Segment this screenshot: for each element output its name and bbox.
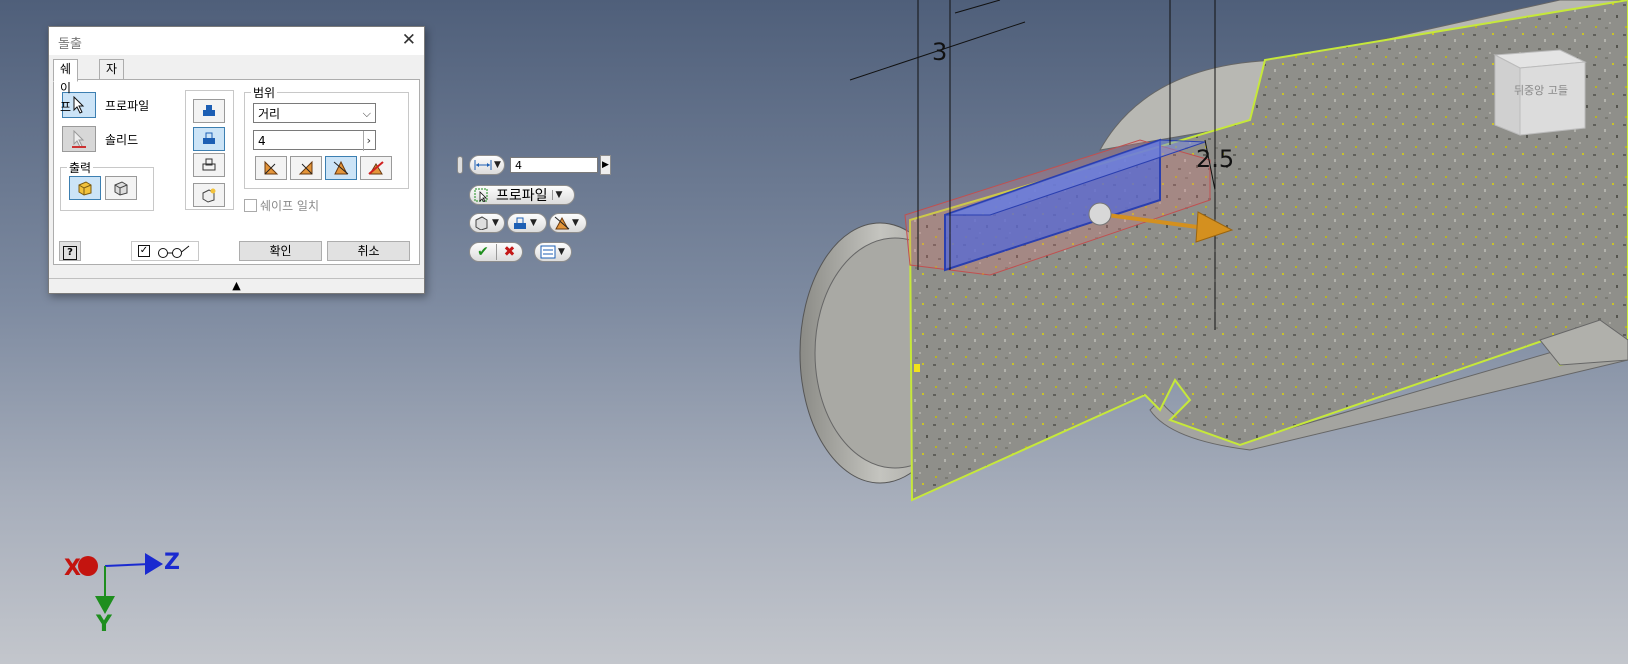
mini-distance-apply-icon[interactable]: ▶ [600, 155, 611, 175]
mini-ok-cancel-group: ✔ ✖ [469, 242, 523, 262]
direction-default-icon [264, 160, 279, 175]
output-solid-button[interactable] [69, 176, 101, 200]
mini-distance-input[interactable]: 4 [510, 157, 598, 173]
distance-icon [474, 160, 492, 170]
preview-checkbox[interactable]: ✓ [138, 245, 150, 257]
chevron-down-icon: ▼ [530, 218, 537, 228]
extents-type-dropdown[interactable]: 거리 ⌵ [253, 103, 376, 123]
mini-profile-button[interactable]: 프로파일 ▼ [469, 185, 575, 205]
mini-toolbar: ▼ 4 ▶ 프로파일 ▼ ▼ ▼ ▼ ✔ ✖ ▼ [457, 154, 627, 264]
extents-group-title: 범위 [251, 84, 278, 101]
cut-icon [514, 217, 526, 229]
cut-button[interactable] [193, 127, 225, 151]
profile-label: 프로파일 [105, 99, 150, 113]
ok-button[interactable]: 확인 [239, 241, 322, 261]
join-button[interactable] [193, 99, 225, 123]
dimension-label-2-5[interactable]: 2.5 [1196, 145, 1234, 173]
direction-asymmetric-icon [368, 161, 384, 175]
ok-check-icon[interactable]: ✔ [470, 244, 496, 260]
help-icon: ? [63, 246, 77, 260]
extents-group: 범위 거리 ⌵ 4 › [244, 84, 409, 189]
mini-options-dropdown[interactable]: ▼ [534, 242, 572, 262]
tab-more[interactable]: 자세히 [99, 59, 125, 114]
mini-direction-dropdown[interactable]: ▼ [549, 213, 587, 233]
shape-tab-panel: 프로파일 솔리드 출력 범위 거리 ⌵ 4 › 쉐이프 일치 [53, 79, 420, 265]
options-list-icon [540, 245, 556, 259]
dialog-expand-grip[interactable]: ▲ [49, 278, 424, 293]
chevron-down-icon: ▼ [572, 218, 579, 228]
output-group: 출력 [60, 159, 154, 211]
cursor-arrow-icon [73, 96, 85, 114]
direction-default-button[interactable] [255, 156, 287, 180]
axis-y-label: Y [96, 612, 112, 637]
direction-symmetric-icon [333, 160, 349, 175]
mini-toolbar-handle[interactable] [457, 156, 463, 174]
match-shape-label: 쉐이프 일치 [260, 199, 320, 213]
dialog-title: 돌출 [58, 37, 82, 52]
chevron-down-icon: ⌵ [362, 107, 371, 120]
cursor-arrow-icon [72, 130, 86, 148]
operation-group [185, 90, 234, 210]
extrude-dialog: 돌출 ✕ 쉐이프 자세히 프로파일 솔리드 출력 [48, 26, 425, 294]
mini-profile-label: 프로파일 [496, 188, 548, 204]
output-surface-button[interactable] [105, 176, 137, 200]
mini-output-dropdown[interactable]: ▼ [469, 213, 505, 233]
solid-select-button[interactable] [62, 126, 96, 152]
chevron-down-icon: ▼ [494, 160, 501, 170]
solid-cube-icon [78, 181, 92, 196]
distance-type-dropdown[interactable]: ▼ [469, 155, 505, 175]
join-icon [203, 105, 215, 116]
profile-select-icon [474, 188, 488, 202]
extents-type-value: 거리 [258, 107, 281, 121]
axis-z-label: Z [164, 550, 180, 575]
distance-input[interactable]: 4 › [253, 130, 376, 151]
distance-manipulator-sphere [1088, 202, 1112, 226]
direction-symmetric-icon [554, 216, 570, 230]
intersect-button[interactable] [193, 153, 225, 177]
dialog-titlebar[interactable]: 돌출 ✕ [49, 27, 424, 55]
surface-cube-icon [475, 216, 488, 230]
cancel-button[interactable]: 취소 [327, 241, 410, 261]
preview-toggle[interactable]: ✓ [131, 241, 199, 261]
direction-asymmetric-button[interactable] [360, 156, 392, 180]
chevron-down-icon: ▼ [558, 247, 565, 257]
new-solid-icon [202, 188, 216, 203]
solid-label: 솔리드 [105, 133, 139, 147]
direction-flipped-button[interactable] [290, 156, 322, 180]
viewcube-face-label: 뒤중앙 고들 [1513, 84, 1569, 97]
cancel-x-icon[interactable]: ✖ [495, 244, 522, 260]
help-button[interactable]: ? [59, 241, 81, 261]
cut-icon [203, 132, 215, 144]
direction-symmetric-button[interactable] [325, 156, 357, 180]
tab-shape[interactable]: 쉐이프 [53, 59, 79, 114]
match-shape-checkbox[interactable] [244, 199, 257, 212]
intersect-icon [202, 158, 216, 171]
output-group-title: 출력 [67, 159, 94, 176]
grip-point [914, 364, 920, 372]
close-icon[interactable]: ✕ [402, 30, 416, 50]
distance-value: 4 [258, 134, 266, 148]
axis-triad [78, 553, 163, 614]
direction-flipped-icon [298, 160, 313, 175]
surface-cube-icon [114, 181, 128, 196]
mini-operation-dropdown[interactable]: ▼ [507, 213, 547, 233]
chevron-down-icon[interactable]: ▼ [551, 190, 562, 200]
preview-glasses-icon [158, 245, 190, 258]
chevron-right-icon[interactable]: › [362, 131, 371, 151]
chevron-down-icon: ▼ [492, 218, 499, 228]
axis-x-label: X [64, 556, 81, 581]
dimension-label-3[interactable]: 3 [932, 38, 947, 66]
new-solid-button[interactable] [193, 183, 225, 207]
